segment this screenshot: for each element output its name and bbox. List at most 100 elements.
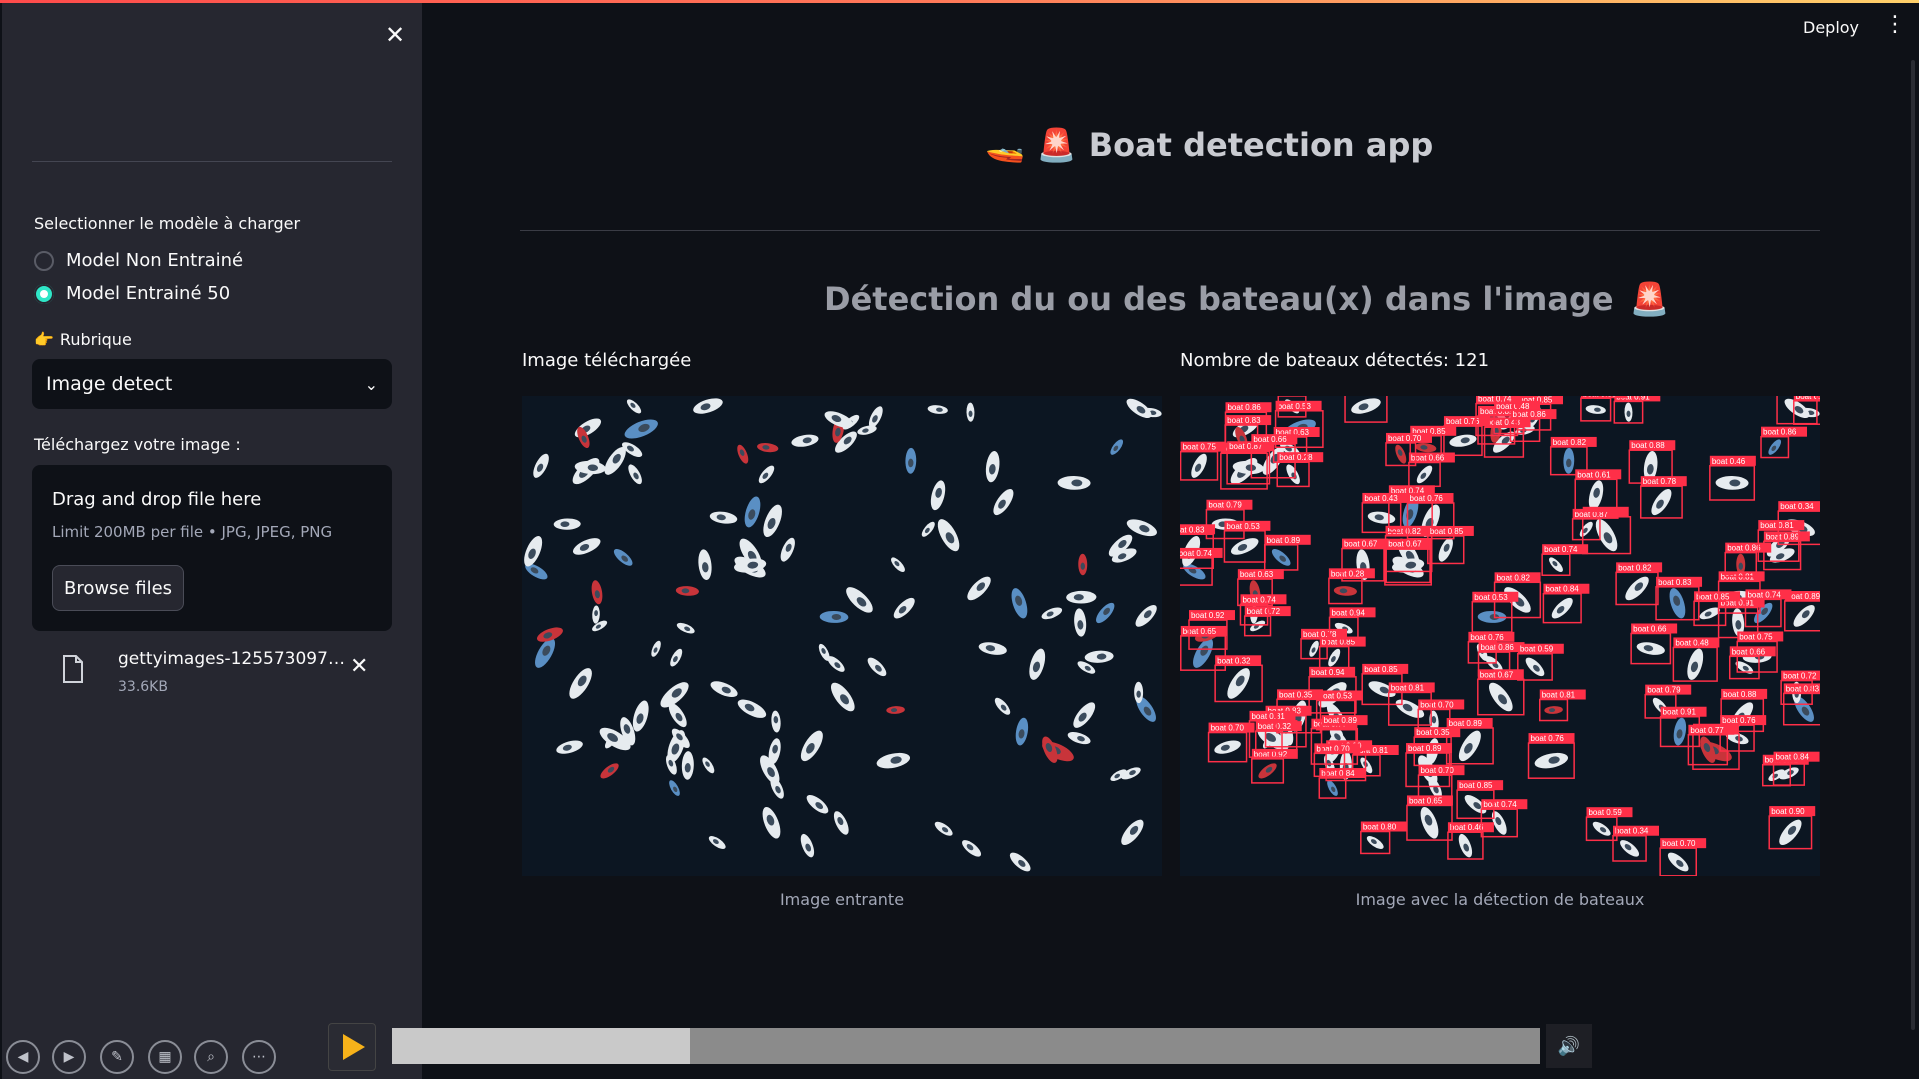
detection-label: boat 0.70 (1662, 839, 1696, 848)
sidebar: ✕ Selectionner le modèle à charger Model… (2, 3, 422, 1079)
detection-label: boat 0.74 (1544, 545, 1578, 554)
subtitle-text: Détection du ou des bateau(x) dans l'ima… (824, 280, 1614, 318)
radio-label: Model Non Entrainé (66, 250, 244, 271)
detection-label: boat 0.81 (1760, 521, 1794, 530)
detection-image-canvas: boat 0.86 boat 0.43 boat 0.81 boat 0.53 boat… (1180, 396, 1820, 876)
detection-label: boat 0.86 (1481, 643, 1515, 652)
detection-label: boat 0.53 (1319, 691, 1353, 700)
pen-icon[interactable]: ✎ (100, 1040, 134, 1074)
more-icon[interactable]: ⋯ (242, 1040, 276, 1074)
detection-label: boat 0.32 (1258, 722, 1292, 731)
detection-label: boat 0.85 (1459, 781, 1493, 790)
detection-label: boat 0.90 (1771, 807, 1805, 816)
dropzone-limit: Limit 200MB per file • JPG, JPEG, PNG (52, 523, 333, 541)
detection-label: boat 0.74 (1483, 800, 1517, 809)
radio-model-non-entraine[interactable]: Model Non Entrainé (34, 250, 243, 271)
detection-label: boat 0.70 (1388, 434, 1422, 443)
detection-label: boat 0.76 (1470, 633, 1504, 642)
detection-label: boat 0.85 (1430, 527, 1464, 536)
seek-progress (392, 1028, 691, 1064)
detection-label: boat 0.94 (1332, 608, 1366, 617)
detection-label: boat 0.67 (1344, 540, 1378, 549)
detection-label: boat 0.89 (1766, 532, 1800, 541)
detection-label: boat 0.75 (1739, 632, 1773, 641)
model-select-label: Selectionner le modèle à charger (34, 214, 301, 233)
detection-label: boat 0.34 (1615, 827, 1649, 836)
browse-files-button[interactable]: Browse files (52, 565, 184, 611)
detection-label: boat 0.79 (1208, 501, 1242, 510)
close-icon[interactable]: ✕ (383, 23, 407, 47)
detection-image-caption: Image avec la détection de bateaux (1355, 890, 1645, 909)
detection-label: boat 0.86 (1227, 403, 1261, 412)
detection-label: boat 0.83 (1583, 396, 1617, 398)
detection-label: boat 0.70 (1420, 700, 1454, 709)
deploy-button[interactable]: Deploy (1803, 18, 1859, 37)
detection-label: boat 0.65 (1409, 796, 1443, 805)
page-title-text: Boat detection app (1088, 126, 1434, 164)
speedboat-icon: 🚤 (985, 126, 1025, 164)
uploaded-file-name: gettyimages-1255730974... (118, 649, 348, 669)
file-dropzone[interactable]: Drag and drop file here Limit 200MB per … (32, 465, 392, 631)
detection-label: boat 0.88 (1723, 690, 1757, 699)
detection-label: boat 0.66 (1633, 624, 1667, 633)
detection-label: boat 0.72 (1783, 672, 1817, 681)
detection-label: boat 0.82 (1618, 563, 1652, 572)
remove-file-icon[interactable]: ✕ (350, 656, 368, 678)
radio-model-entraine-50[interactable]: Model Entrainé 50 (34, 283, 230, 304)
back-icon[interactable]: ◀ (6, 1040, 40, 1074)
detection-label: boat 0.84 (1545, 585, 1579, 594)
detection-label: boat 0.85 (1364, 665, 1398, 674)
detection-label: boat 0.81 (1542, 691, 1576, 700)
detection-label: boat 0.35 (1416, 728, 1450, 737)
radio-label: Model Entrainé 50 (66, 283, 231, 304)
main-scrollbar[interactable] (1911, 60, 1915, 1030)
detection-label: boat 0.63 (1240, 570, 1274, 579)
detection-label: boat 0.94 (1311, 668, 1345, 677)
detection-label: boat 0.67 (1480, 670, 1514, 679)
detection-label: boat 0.59 (1588, 808, 1622, 817)
seek-bar[interactable] (392, 1028, 1540, 1064)
detection-label: boat 0.89 (1324, 716, 1358, 725)
zoom-icon[interactable]: ⌕ (194, 1040, 228, 1074)
radio-circle-selected[interactable] (34, 283, 54, 304)
detection-label: boat 0.66 (1732, 647, 1766, 656)
detection-label: boat 0.28 (1331, 569, 1365, 578)
page-title: 🚤 🚨 Boat detection app (985, 126, 1433, 164)
detection-label: boat 0.84 (1776, 753, 1810, 762)
siren-icon: 🚨 (1036, 126, 1077, 164)
volume-icon[interactable]: 🔊 (1546, 1024, 1592, 1068)
detection-label: boat 0.78 (1303, 630, 1337, 639)
rubrique-selected-value: Image detect (46, 373, 173, 395)
detection-label: boat 0.79 (1647, 686, 1681, 695)
detection-label: boat 0.89 (1267, 536, 1301, 545)
play-button[interactable] (328, 1023, 376, 1071)
play-icon (343, 1034, 365, 1060)
dropzone-title: Drag and drop file here (52, 489, 262, 510)
forward-icon[interactable]: ▶ (52, 1040, 86, 1074)
detection-label: boat 0.70 (1211, 724, 1245, 733)
detection-label: boat 0.75 (1183, 443, 1217, 452)
detection-label: boat 0.46 (1450, 823, 1484, 832)
detection-label: boat 0.85 (1696, 592, 1730, 601)
detection-label: boat 0.83 (1786, 684, 1820, 693)
rubrique-text: Rubrique (59, 330, 132, 349)
detection-label: boat 0.74 (1478, 396, 1512, 404)
detection-label: boat 0.88 (1631, 441, 1665, 450)
detection-label: boat 0.76 (1531, 734, 1565, 743)
detection-label: boat 0.34 (1780, 502, 1814, 511)
detection-label: boat 0.86 (1763, 428, 1797, 437)
detection-label: boat 0.48 (1675, 638, 1709, 647)
uploaded-file-size: 33.6KB (118, 679, 168, 695)
detection-label: boat 0.67 (1388, 540, 1422, 549)
detection-label: boat 0.82 (1497, 573, 1531, 582)
detection-label: boat 0.92 (1191, 611, 1225, 620)
rubrique-select[interactable]: Image detect ⌄ (32, 359, 392, 409)
detection-label: boat 0.76 (1446, 417, 1480, 426)
detection-label: boat 0.74 (1747, 590, 1781, 599)
detected-count-heading: Nombre de bateaux détectés: 121 (1180, 350, 1490, 371)
radio-circle[interactable] (34, 250, 54, 271)
layout-icon[interactable]: ▦ (148, 1040, 182, 1074)
kebab-menu-icon[interactable]: ⋮ (1884, 14, 1906, 36)
detection-label: boat 0.65 (1183, 627, 1217, 636)
detection-label: boat 0.89 (1449, 719, 1483, 728)
